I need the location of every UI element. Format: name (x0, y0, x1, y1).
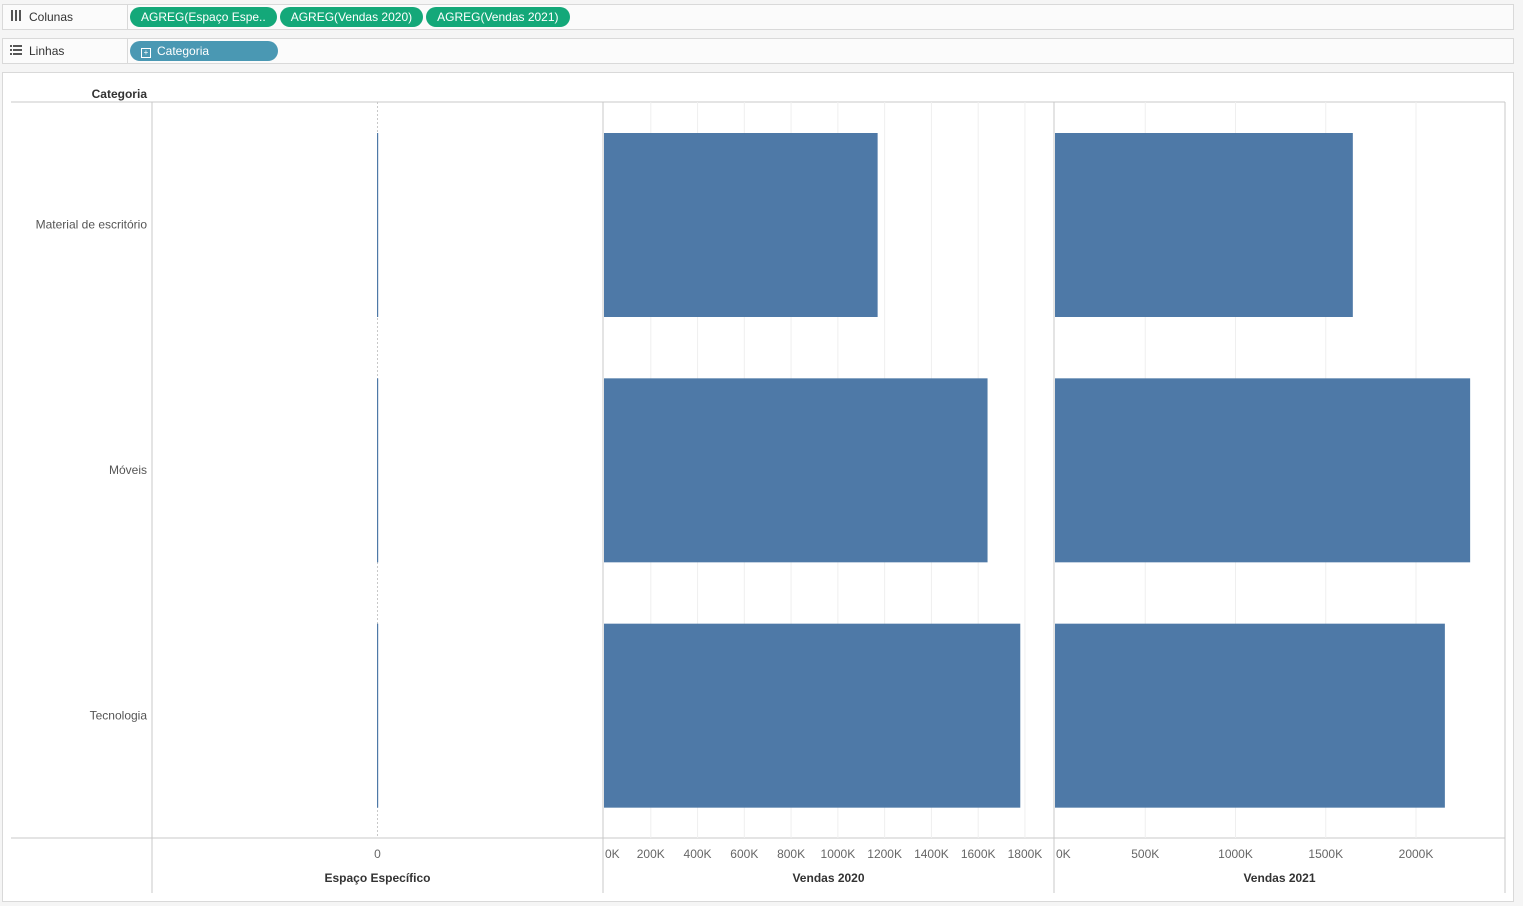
columns-shelf[interactable]: Colunas AGREG(Espaço Espe.. AGREG(Vendas… (2, 4, 1514, 30)
bar-vendas-2021[interactable] (1055, 623, 1445, 808)
bar-vendas-2021[interactable] (1055, 133, 1353, 317)
bar-espaco-especifico[interactable] (377, 378, 379, 563)
pill-categoria-label: Categoria (157, 44, 210, 58)
tick-label: 500K (1131, 847, 1159, 861)
tick-label: 1800K (1008, 847, 1043, 861)
tick-label: 0K (605, 847, 620, 861)
tick-label: 1200K (867, 847, 902, 861)
rows-shelf-text: Linhas (29, 44, 65, 58)
rows-icon (9, 44, 23, 58)
tick-label: 1400K (914, 847, 949, 861)
rows-shelf-label: Linhas (3, 39, 128, 63)
category-label: Tecnologia (90, 708, 148, 722)
axis-title: Espaço Específico (324, 871, 430, 885)
rows-shelf[interactable]: Linhas + Categoria (2, 38, 1514, 64)
tick-label: 2000K (1399, 847, 1434, 861)
tick-label: 0 (374, 847, 381, 861)
columns-pills: AGREG(Espaço Espe.. AGREG(Vendas 2020) A… (130, 7, 570, 27)
bar-espaco-especifico[interactable] (377, 133, 379, 317)
pill-espaco-especifico[interactable]: AGREG(Espaço Espe.. (130, 7, 277, 27)
bar-vendas-2020[interactable] (604, 133, 878, 317)
tick-label: 800K (777, 847, 805, 861)
bar-espaco-especifico[interactable] (377, 623, 379, 808)
axis-title: Vendas 2021 (1243, 871, 1315, 885)
bar-vendas-2020[interactable] (604, 378, 988, 563)
tick-label: 600K (730, 847, 758, 861)
category-label: Móveis (109, 463, 147, 477)
columns-shelf-text: Colunas (29, 10, 74, 24)
chart-view[interactable]: Categoria Material de escritório Móveis Tec… (2, 72, 1514, 902)
tick-label: 400K (684, 847, 712, 861)
columns-shelf-label: Colunas (3, 5, 128, 29)
expand-icon[interactable]: + (141, 48, 151, 58)
axis-title: Vendas 2020 (792, 871, 864, 885)
pill-vendas-2020[interactable]: AGREG(Vendas 2020) (279, 7, 424, 27)
columns-icon (9, 10, 23, 24)
bar-vendas-2021[interactable] (1055, 378, 1471, 563)
tick-label: 1000K (821, 847, 856, 861)
pill-categoria[interactable]: + Categoria (130, 41, 278, 61)
rows-pills: + Categoria (130, 41, 278, 61)
tick-label: 1600K (961, 847, 996, 861)
pill-vendas-2021[interactable]: AGREG(Vendas 2021) (426, 7, 570, 27)
tick-label: 0K (1056, 847, 1071, 861)
tick-label: 200K (637, 847, 665, 861)
bar-vendas-2020[interactable] (604, 623, 1021, 808)
columns-icon-glyph (11, 10, 21, 21)
chart-svg[interactable]: Categoria Material de escritório Móveis Tec… (3, 73, 1513, 901)
category-label: Material de escritório (36, 218, 148, 232)
tick-label: 1000K (1218, 847, 1253, 861)
rows-icon-glyph (10, 45, 22, 55)
row-header-title: Categoria (92, 87, 148, 101)
tick-label: 1500K (1308, 847, 1343, 861)
